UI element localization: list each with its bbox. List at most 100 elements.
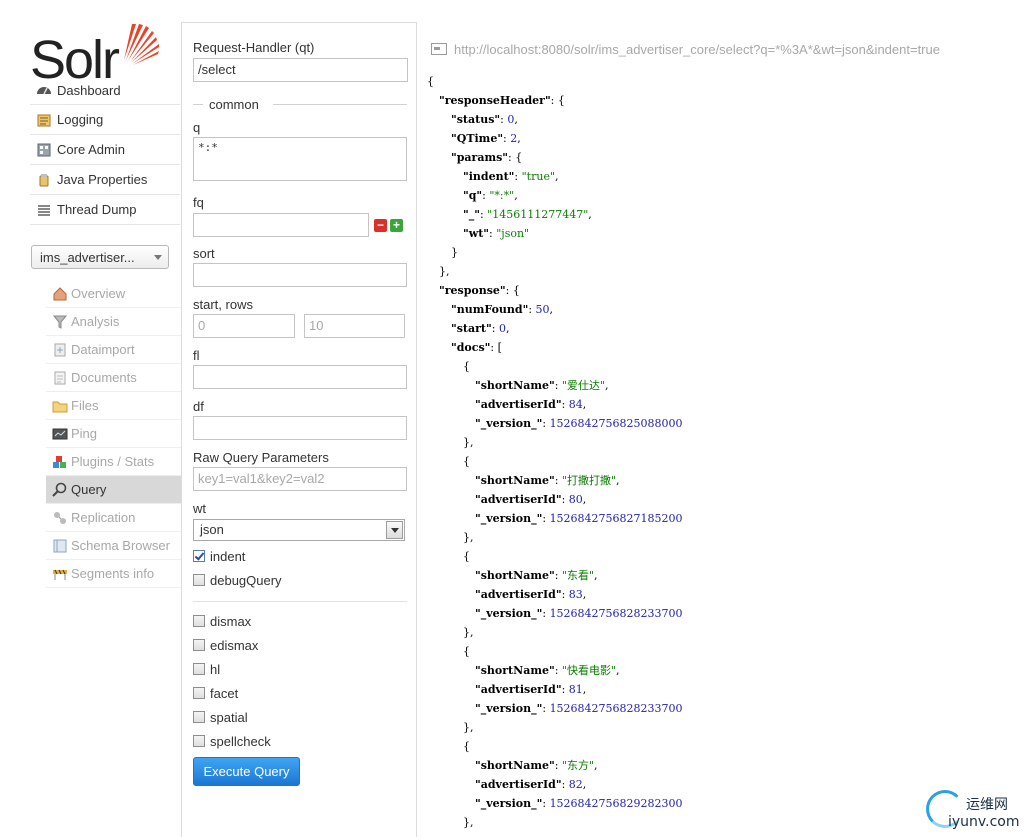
json-line: { <box>463 454 470 470</box>
java-properties-icon <box>39 173 49 186</box>
json-string: "东方" <box>561 759 595 772</box>
rows-input[interactable]: 10 <box>304 314 405 338</box>
json-punct: { <box>463 740 470 753</box>
df-input[interactable] <box>193 416 407 440</box>
json-punct: : <box>514 170 522 183</box>
facet-checkbox-row[interactable]: facet <box>193 684 238 702</box>
json-string: "打撒打撒" <box>561 474 617 487</box>
qt-label: Request-Handler (qt) <box>193 40 315 55</box>
facet-checkbox[interactable] <box>193 687 205 699</box>
left-navigation: Solr Dashboard Logging Core Admin Java P… <box>0 0 182 837</box>
json-punct: }, <box>463 436 474 449</box>
debug-query-checkbox-row[interactable]: debugQuery <box>193 571 282 589</box>
json-line: { <box>463 359 470 375</box>
core-item-files[interactable]: Files <box>46 392 181 420</box>
json-punct: : { <box>505 284 520 297</box>
json-key: "_version_" <box>475 417 543 430</box>
dismax-checkbox[interactable] <box>193 615 205 627</box>
nav-item-core-admin[interactable]: Core Admin <box>30 135 180 165</box>
json-line: "status": 0, <box>451 112 518 128</box>
fq-input[interactable] <box>193 213 369 237</box>
json-line: { <box>463 549 470 565</box>
core-admin-icon <box>37 143 51 156</box>
json-number: 82 <box>568 778 583 791</box>
json-key: "docs" <box>451 341 491 354</box>
json-punct: , <box>517 132 521 145</box>
json-punct: { <box>463 455 470 468</box>
json-line: "indent": "true", <box>463 169 559 185</box>
wt-select[interactable]: json <box>193 519 405 541</box>
spatial-checkbox[interactable] <box>193 711 205 723</box>
core-item-ping[interactable]: Ping <box>46 420 181 448</box>
spatial-checkbox-row[interactable]: spatial <box>193 708 248 726</box>
q-label: q <box>193 120 201 135</box>
json-number: 80 <box>568 493 583 506</box>
execute-query-button[interactable]: Execute Query <box>193 757 300 786</box>
core-item-analysis[interactable]: Analysis <box>46 308 181 336</box>
json-number: 81 <box>568 683 583 696</box>
plugins-icon <box>53 455 66 468</box>
json-line: "numFound": 50, <box>451 302 553 318</box>
hl-checkbox-row[interactable]: hl <box>193 660 220 678</box>
json-number: 84 <box>568 398 583 411</box>
json-punct: : <box>542 512 550 525</box>
core-item-overview[interactable]: Overview <box>46 280 181 308</box>
nav-item-logging[interactable]: Logging <box>30 105 180 135</box>
core-item-dataimport[interactable]: Dataimport <box>46 336 181 364</box>
json-line: "docs": [ <box>451 340 502 356</box>
raw-params-input[interactable]: key1=val1&key2=val2 <box>193 467 407 491</box>
json-punct: : <box>554 379 562 392</box>
solr-sun-icon <box>124 24 159 65</box>
json-key: "advertiserId" <box>475 683 562 696</box>
sort-input[interactable] <box>193 263 407 287</box>
json-punct: : <box>561 683 569 696</box>
hl-checkbox[interactable] <box>193 663 205 675</box>
edismax-checkbox-row[interactable]: edismax <box>193 636 258 654</box>
debug-query-checkbox[interactable] <box>193 574 205 586</box>
core-item-schema-browser[interactable]: Schema Browser <box>46 532 181 560</box>
indent-checkbox[interactable] <box>193 550 205 562</box>
core-selector-dropdown[interactable]: ims_advertiser... <box>31 245 169 269</box>
core-item-segments-info[interactable]: Segments info <box>46 560 181 588</box>
q-textarea[interactable]: *:* <box>193 137 407 181</box>
json-line: "shortName": "爱仕达", <box>475 378 609 394</box>
remove-fq-icon[interactable]: − <box>374 219 387 232</box>
dashboard-icon <box>37 87 51 95</box>
nav-item-java-properties[interactable]: Java Properties <box>30 165 180 195</box>
add-fq-icon[interactable]: + <box>390 219 403 232</box>
json-string: "快看电影" <box>561 664 617 677</box>
dismax-checkbox-row[interactable]: dismax <box>193 612 251 630</box>
qt-input[interactable]: /select <box>193 58 408 82</box>
core-item-plugins-stats[interactable]: Plugins / Stats <box>46 448 181 476</box>
core-item-replication[interactable]: Replication <box>46 504 181 532</box>
json-key: "advertiserId" <box>475 588 562 601</box>
fl-input[interactable] <box>193 365 407 389</box>
json-punct: : <box>542 797 550 810</box>
json-line: }, <box>463 435 474 451</box>
core-item-documents[interactable]: Documents <box>46 364 181 392</box>
spellcheck-checkbox-row[interactable]: spellcheck <box>193 732 271 750</box>
json-key: "QTime" <box>451 132 504 145</box>
indent-checkbox-row[interactable]: indent <box>193 547 245 565</box>
json-key: "shortName" <box>475 379 555 392</box>
request-url-link[interactable]: http://localhost:8080/solr/ims_advertise… <box>431 38 1029 60</box>
json-line: "response": { <box>439 283 520 299</box>
json-line: }, <box>439 264 450 280</box>
spellcheck-checkbox[interactable] <box>193 735 205 747</box>
json-line: "advertiserId": 84, <box>475 397 586 413</box>
nav-item-dashboard[interactable]: Dashboard <box>30 76 180 105</box>
json-punct: , <box>555 170 559 183</box>
df-label: df <box>193 399 204 414</box>
edismax-checkbox[interactable] <box>193 639 205 651</box>
json-key: "_version_" <box>475 702 543 715</box>
nav-item-thread-dump[interactable]: Thread Dump <box>30 195 180 225</box>
start-input[interactable]: 0 <box>193 314 295 338</box>
json-key: "numFound" <box>451 303 529 316</box>
json-punct: , <box>549 303 554 316</box>
json-number: 0 <box>498 322 506 335</box>
json-key: "wt" <box>463 227 490 240</box>
json-punct: }, <box>463 531 474 544</box>
core-item-query[interactable]: Query <box>46 476 181 504</box>
json-punct: , <box>594 759 598 772</box>
link-icon <box>431 43 447 55</box>
